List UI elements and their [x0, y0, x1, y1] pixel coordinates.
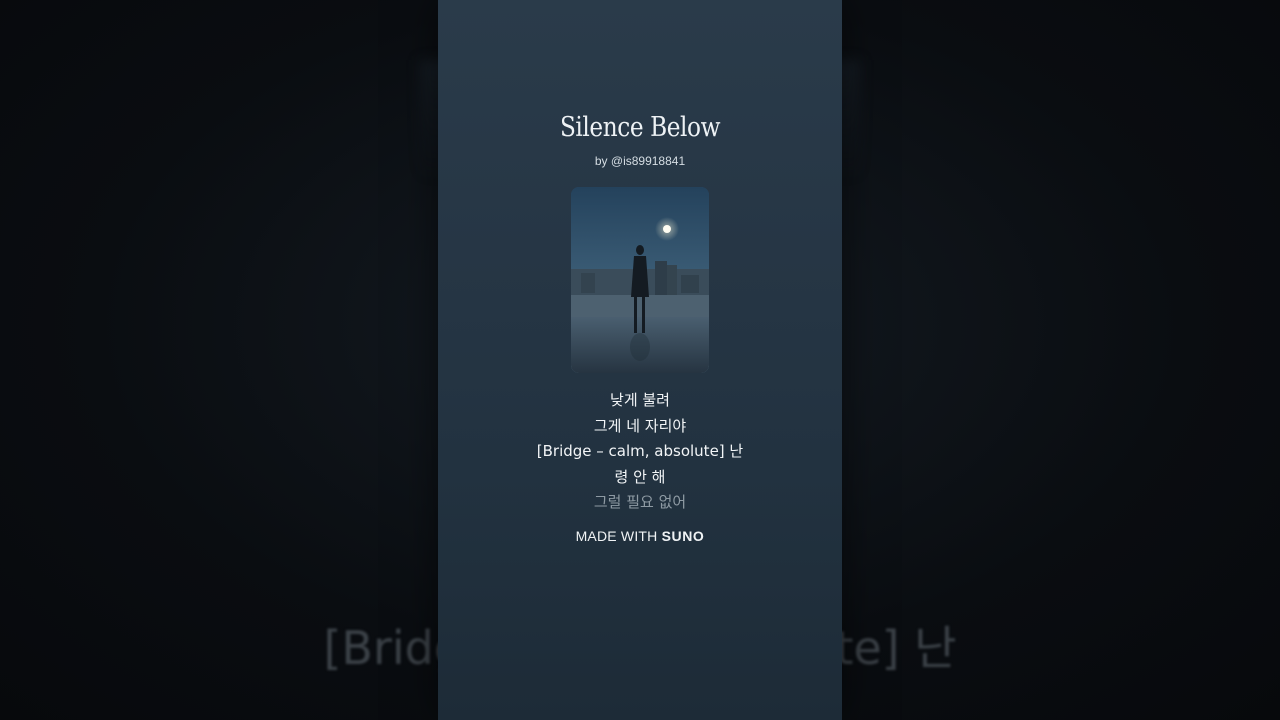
album-cover	[571, 187, 709, 373]
song-card: Silence Below by @is89918841 낮게 불려 그게 네 …	[438, 0, 842, 720]
artist-handle: by @is89918841	[594, 154, 686, 168]
lyric-line: 그게 네 자리야	[593, 416, 687, 435]
lyrics-block: 낮게 불려 그게 네 자리야 [Bridge – calm, absolute]…	[438, 388, 842, 516]
album-cover-image	[571, 187, 709, 373]
made-with-label: MADE WITH	[575, 528, 658, 544]
lyric-line-upcoming: 그럴 필요 없어	[593, 493, 687, 511]
suno-logo-text: SUNO	[661, 528, 705, 544]
lyric-line: 령 안 해	[614, 467, 666, 486]
video-frame: [Bridge – calm, absolute] 난 Silence Belo…	[0, 0, 1280, 720]
lyric-line: [Bridge – calm, absolute] 난	[536, 442, 744, 460]
song-title: Silence Below	[559, 112, 721, 143]
lyric-line: 낮게 불려	[610, 391, 670, 409]
made-with-suno-badge: MADE WITH SUNO	[438, 528, 842, 544]
